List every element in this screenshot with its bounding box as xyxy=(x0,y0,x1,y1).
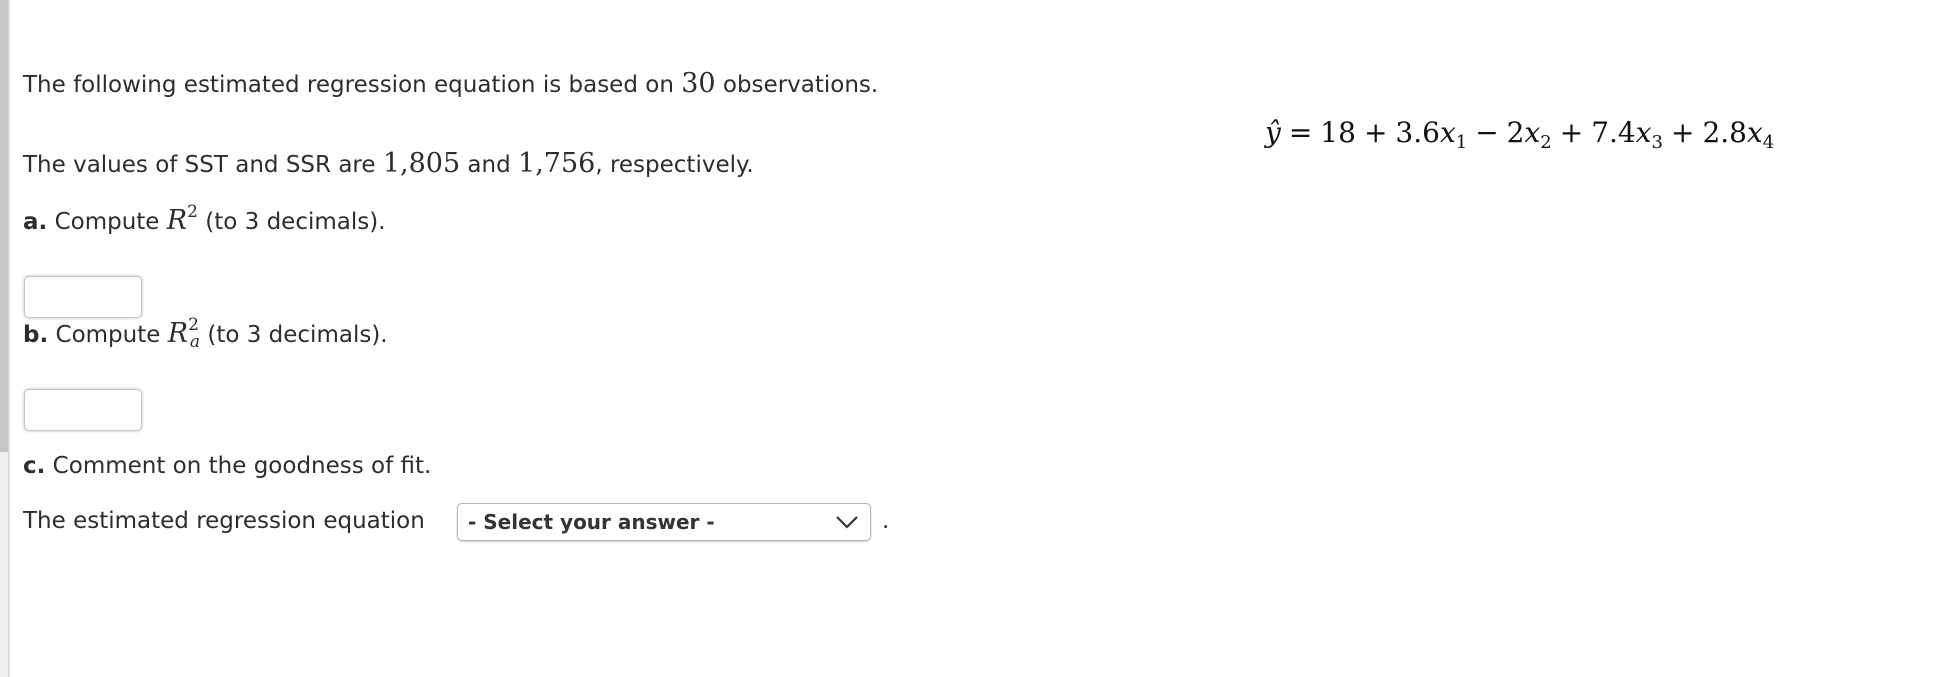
part-a-text-after: (to 3 decimals). xyxy=(197,209,386,235)
sst-value: 1,805 xyxy=(382,148,461,179)
part-b-question: b. Compute R2a (to 3 decimals). xyxy=(23,315,388,352)
chevron-down-icon xyxy=(836,516,858,529)
sst-ssr-text-3: , respectively. xyxy=(595,152,754,178)
operator: + xyxy=(1559,116,1584,149)
operator: + xyxy=(1363,116,1388,149)
adjusted-r-squared-input[interactable] xyxy=(24,389,142,431)
sentence-period: . xyxy=(882,508,890,534)
sst-ssr-text-1: The values of SST and SSR are xyxy=(23,152,383,178)
variable: x xyxy=(1635,116,1652,149)
operator: + xyxy=(1670,116,1695,149)
variable-subscript: 3 xyxy=(1651,132,1663,153)
scrollbar-thumb[interactable] xyxy=(0,0,8,452)
adjusted-r-squared-symbol: R2a xyxy=(167,315,201,352)
observations-count: 30 xyxy=(681,68,716,99)
select-value: - Select your answer - xyxy=(468,510,715,534)
part-b-text-after: (to 3 decimals). xyxy=(200,322,388,348)
equation-terms: +3.6x1−2x2 +7.4x3 +2.8x4 xyxy=(1356,116,1774,153)
subscript: a xyxy=(189,332,201,352)
r-squared-input[interactable] xyxy=(24,276,142,318)
r-symbol: R xyxy=(166,205,188,236)
superscript: 2 xyxy=(187,202,198,222)
coefficient: 7.4 xyxy=(1591,116,1636,149)
r-squared-symbol: R2 xyxy=(166,202,198,236)
part-c-text: Comment on the goodness of fit. xyxy=(45,453,432,479)
ssr-value: 1,756 xyxy=(518,148,596,179)
left-border xyxy=(8,0,10,677)
regression-equation: ŷ = 18 +3.6x1−2x2 +7.4x3 +2.8x4 xyxy=(1265,116,1774,153)
part-b-label: b. xyxy=(23,322,49,348)
variable: x xyxy=(1524,116,1541,149)
equation-term: +7.4x3 xyxy=(1552,116,1663,153)
goodness-of-fit-select[interactable]: - Select your answer - xyxy=(457,503,871,541)
equation-term: +3.6x1 xyxy=(1356,116,1467,153)
equals-sign: = xyxy=(1288,116,1313,149)
coefficient: 3.6 xyxy=(1395,116,1440,149)
part-a-text-before: Compute xyxy=(47,209,167,235)
intro-text-after: observations. xyxy=(715,72,879,98)
r-symbol: R xyxy=(167,318,189,349)
equation-term: −2x2 xyxy=(1467,116,1552,153)
operator: − xyxy=(1475,116,1499,149)
part-a-label: a. xyxy=(23,209,48,235)
variable-subscript: 1 xyxy=(1455,132,1468,153)
intro-text: The following estimated regression equat… xyxy=(23,68,878,99)
y-hat: ŷ xyxy=(1265,116,1281,149)
part-a-question: a. Compute R2 (to 3 decimals). xyxy=(23,202,386,236)
sst-ssr-text-2: and xyxy=(460,152,519,178)
goodness-sentence: The estimated regression equation xyxy=(23,508,425,534)
variable-subscript: 4 xyxy=(1762,132,1775,153)
intercept: 18 xyxy=(1320,116,1356,149)
equation-term: +2.8x4 xyxy=(1663,116,1774,153)
coefficient: 2.8 xyxy=(1702,116,1747,149)
variable: x xyxy=(1439,116,1456,149)
variable-subscript: 2 xyxy=(1540,132,1552,153)
coefficient: 2 xyxy=(1506,116,1525,149)
variable: x xyxy=(1746,116,1763,149)
part-c-label: c. xyxy=(23,453,46,479)
part-c-question: c. Comment on the goodness of fit. xyxy=(23,453,431,479)
part-b-text-before: Compute xyxy=(48,322,168,348)
sst-ssr-text: The values of SST and SSR are 1,805 and … xyxy=(23,148,754,179)
intro-text-before: The following estimated regression equat… xyxy=(23,72,682,98)
